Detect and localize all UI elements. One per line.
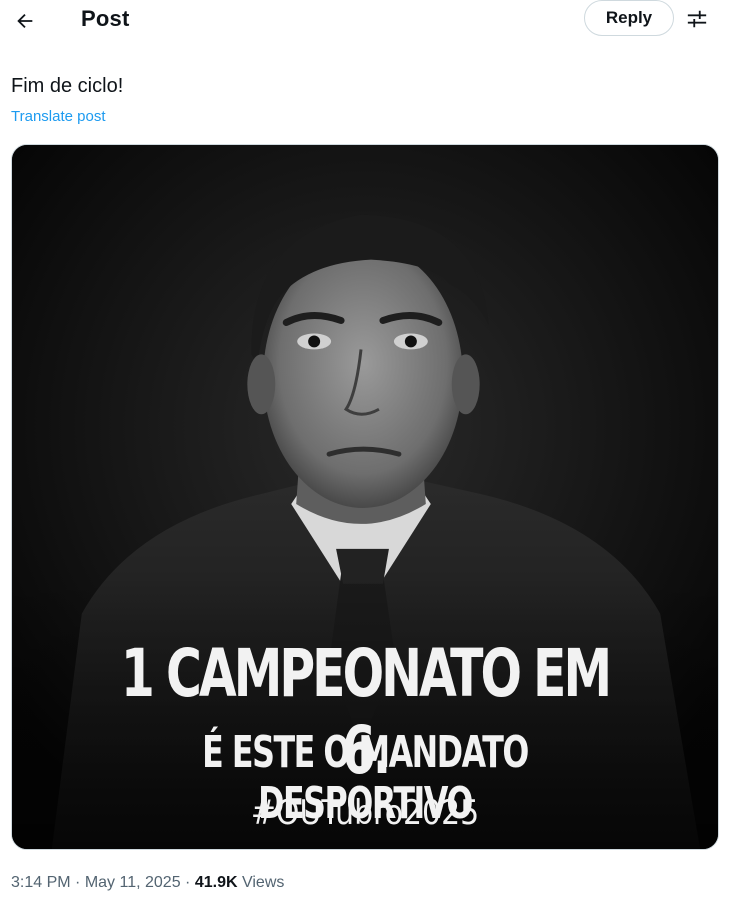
post-meta: 3:14 PM · May 11, 2025 · 41.9K Views xyxy=(11,874,284,892)
settings-button[interactable] xyxy=(682,4,712,34)
reply-button[interactable]: Reply xyxy=(584,0,674,36)
post-text: Fim de ciclo! xyxy=(11,75,124,97)
post-date[interactable]: May 11, 2025 xyxy=(85,874,181,891)
views-label: Views xyxy=(241,874,285,891)
meta-separator: · xyxy=(75,874,81,891)
top-bar: Post Reply xyxy=(0,0,741,48)
post-time[interactable]: 3:14 PM xyxy=(11,874,71,891)
meta-separator: · xyxy=(185,874,191,891)
post-image[interactable]: 1 CAMPEONATO EM 6. É ESTE O MANDATO DESP… xyxy=(11,144,719,850)
translate-post-link[interactable]: Translate post xyxy=(11,108,106,125)
sliders-icon xyxy=(687,10,707,28)
arrow-left-icon xyxy=(17,13,33,29)
views-count: 41.9K xyxy=(194,874,238,891)
back-button[interactable] xyxy=(8,4,42,38)
image-hashtag: #OUTubro2025 xyxy=(250,793,480,833)
page-title: Post xyxy=(81,6,130,31)
